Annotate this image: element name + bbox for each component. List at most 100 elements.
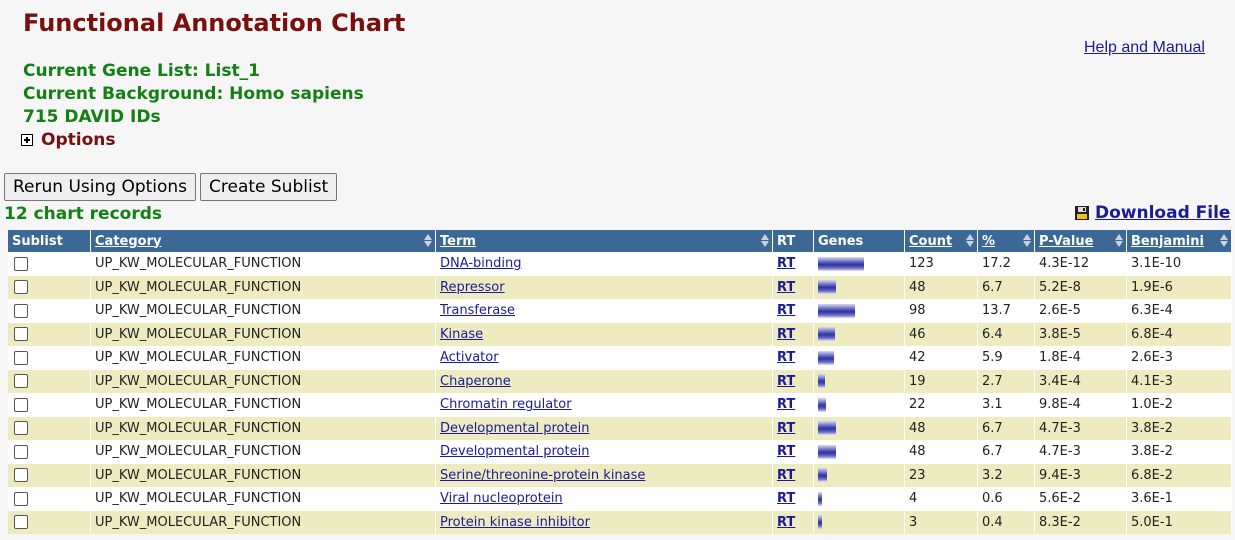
rt-link[interactable]: RT <box>777 374 795 389</box>
sublist-checkbox[interactable] <box>14 303 28 318</box>
sublist-cell <box>8 275 91 299</box>
term-link[interactable]: Kinase <box>440 327 483 342</box>
download-file-link[interactable]: Download File <box>1074 203 1230 223</box>
genes-cell <box>813 252 905 276</box>
term-link[interactable]: Repressor <box>440 280 505 295</box>
term-cell: Repressor <box>435 275 773 299</box>
term-link[interactable]: Developmental protein <box>440 421 589 436</box>
rt-link[interactable]: RT <box>777 421 795 436</box>
rt-link[interactable]: RT <box>777 350 795 365</box>
term-link[interactable]: Chaperone <box>440 374 511 389</box>
genes-cell <box>813 487 905 511</box>
sort-arrows-icon[interactable] <box>424 234 432 247</box>
term-link[interactable]: DNA-binding <box>440 256 522 271</box>
sublist-checkbox[interactable] <box>14 280 28 295</box>
count-cell: 48 <box>904 275 978 299</box>
genes-bar[interactable] <box>818 515 822 530</box>
table-row: UP_KW_MOLECULAR_FUNCTION Chaperone RT 19 2.7… <box>8 369 1232 393</box>
col-header-pvalue[interactable]: P-Value <box>1034 230 1127 252</box>
category-cell: UP_KW_MOLECULAR_FUNCTION <box>90 393 436 417</box>
col-header-count[interactable]: Count <box>904 230 978 252</box>
rt-link[interactable]: RT <box>777 397 795 412</box>
rt-link[interactable]: RT <box>777 303 795 318</box>
sublist-checkbox[interactable] <box>14 256 28 271</box>
term-link[interactable]: Activator <box>440 350 499 365</box>
create-sublist-button[interactable]: Create Sublist <box>200 173 338 201</box>
sort-arrows-icon[interactable] <box>761 234 769 247</box>
table-row: UP_KW_MOLECULAR_FUNCTION Serine/threonine… <box>8 463 1232 487</box>
col-header-percent[interactable]: % <box>977 230 1035 252</box>
category-cell: UP_KW_MOLECULAR_FUNCTION <box>90 487 436 511</box>
sublist-checkbox[interactable] <box>14 397 28 412</box>
sort-arrows-icon[interactable] <box>966 234 974 247</box>
genes-bar[interactable] <box>818 491 822 506</box>
genes-bar[interactable] <box>818 374 825 389</box>
sublist-cell <box>8 299 91 323</box>
table-row: UP_KW_MOLECULAR_FUNCTION Activator RT 42 5.9… <box>8 346 1232 370</box>
sublist-checkbox[interactable] <box>14 515 28 530</box>
benjamini-cell: 6.8E-2 <box>1126 463 1232 487</box>
col-header-benjamini[interactable]: Benjamini <box>1126 230 1232 252</box>
genes-bar[interactable] <box>818 256 864 271</box>
term-cell: Transferase <box>435 299 773 323</box>
genes-cell <box>813 510 905 534</box>
term-link[interactable]: Chromatin regulator <box>440 397 572 412</box>
rt-link[interactable]: RT <box>777 327 795 342</box>
sublist-checkbox[interactable] <box>14 421 28 436</box>
sublist-checkbox[interactable] <box>14 491 28 506</box>
genes-bar[interactable] <box>818 327 835 342</box>
pvalue-cell: 3.8E-5 <box>1034 322 1127 346</box>
term-link[interactable]: Protein kinase inhibitor <box>440 515 590 530</box>
count-cell: 48 <box>904 440 978 464</box>
rt-cell: RT <box>772 369 814 393</box>
rt-link[interactable]: RT <box>777 444 795 459</box>
term-cell: Developmental protein <box>435 440 773 464</box>
sort-arrows-icon[interactable] <box>1023 234 1031 247</box>
rt-link[interactable]: RT <box>777 256 795 271</box>
percent-cell: 6.7 <box>977 275 1035 299</box>
rt-cell: RT <box>772 322 814 346</box>
genes-bar[interactable] <box>818 280 836 295</box>
sort-arrows-icon[interactable] <box>1220 234 1228 247</box>
sublist-checkbox[interactable] <box>14 444 28 459</box>
rt-link[interactable]: RT <box>777 280 795 295</box>
benjamini-cell: 6.8E-4 <box>1126 322 1232 346</box>
genes-bar[interactable] <box>818 421 836 436</box>
rt-link[interactable]: RT <box>777 515 795 530</box>
term-link[interactable]: Viral nucleoprotein <box>440 491 563 506</box>
sublist-checkbox[interactable] <box>14 374 28 389</box>
sublist-cell <box>8 510 91 534</box>
current-background: Current Background: Homo sapiens <box>23 84 364 104</box>
rt-link[interactable]: RT <box>777 491 795 506</box>
sublist-checkbox[interactable] <box>14 327 28 342</box>
genes-bar[interactable] <box>818 397 826 412</box>
count-cell: 98 <box>904 299 978 323</box>
options-toggle[interactable]: Options <box>21 130 115 150</box>
term-link[interactable]: Transferase <box>440 303 515 318</box>
sublist-checkbox[interactable] <box>14 350 28 365</box>
rerun-using-options-button[interactable]: Rerun Using Options <box>4 173 197 201</box>
term-link[interactable]: Serine/threonine-protein kinase <box>440 468 645 483</box>
sort-arrows-icon[interactable] <box>1115 234 1123 247</box>
rt-cell: RT <box>772 416 814 440</box>
sublist-cell <box>8 346 91 370</box>
count-cell: 23 <box>904 463 978 487</box>
table-header-row: Sublist Category Term RT Genes Count % P… <box>8 230 1232 252</box>
genes-bar[interactable] <box>818 468 827 483</box>
sublist-checkbox[interactable] <box>14 468 28 483</box>
rt-link[interactable]: RT <box>777 468 795 483</box>
percent-cell: 5.9 <box>977 346 1035 370</box>
expand-plus-icon[interactable] <box>21 134 33 146</box>
col-header-term[interactable]: Term <box>435 230 773 252</box>
term-link[interactable]: Developmental protein <box>440 444 589 459</box>
col-header-category[interactable]: Category <box>90 230 436 252</box>
help-manual-link[interactable]: Help and Manual <box>1084 39 1205 57</box>
genes-bar[interactable] <box>818 444 836 459</box>
pvalue-cell: 4.3E-12 <box>1034 252 1127 276</box>
genes-cell <box>813 440 905 464</box>
genes-cell <box>813 416 905 440</box>
genes-bar[interactable] <box>818 350 834 365</box>
benjamini-cell: 3.8E-2 <box>1126 440 1232 464</box>
term-cell: Protein kinase inhibitor <box>435 510 773 534</box>
genes-bar[interactable] <box>818 303 855 318</box>
